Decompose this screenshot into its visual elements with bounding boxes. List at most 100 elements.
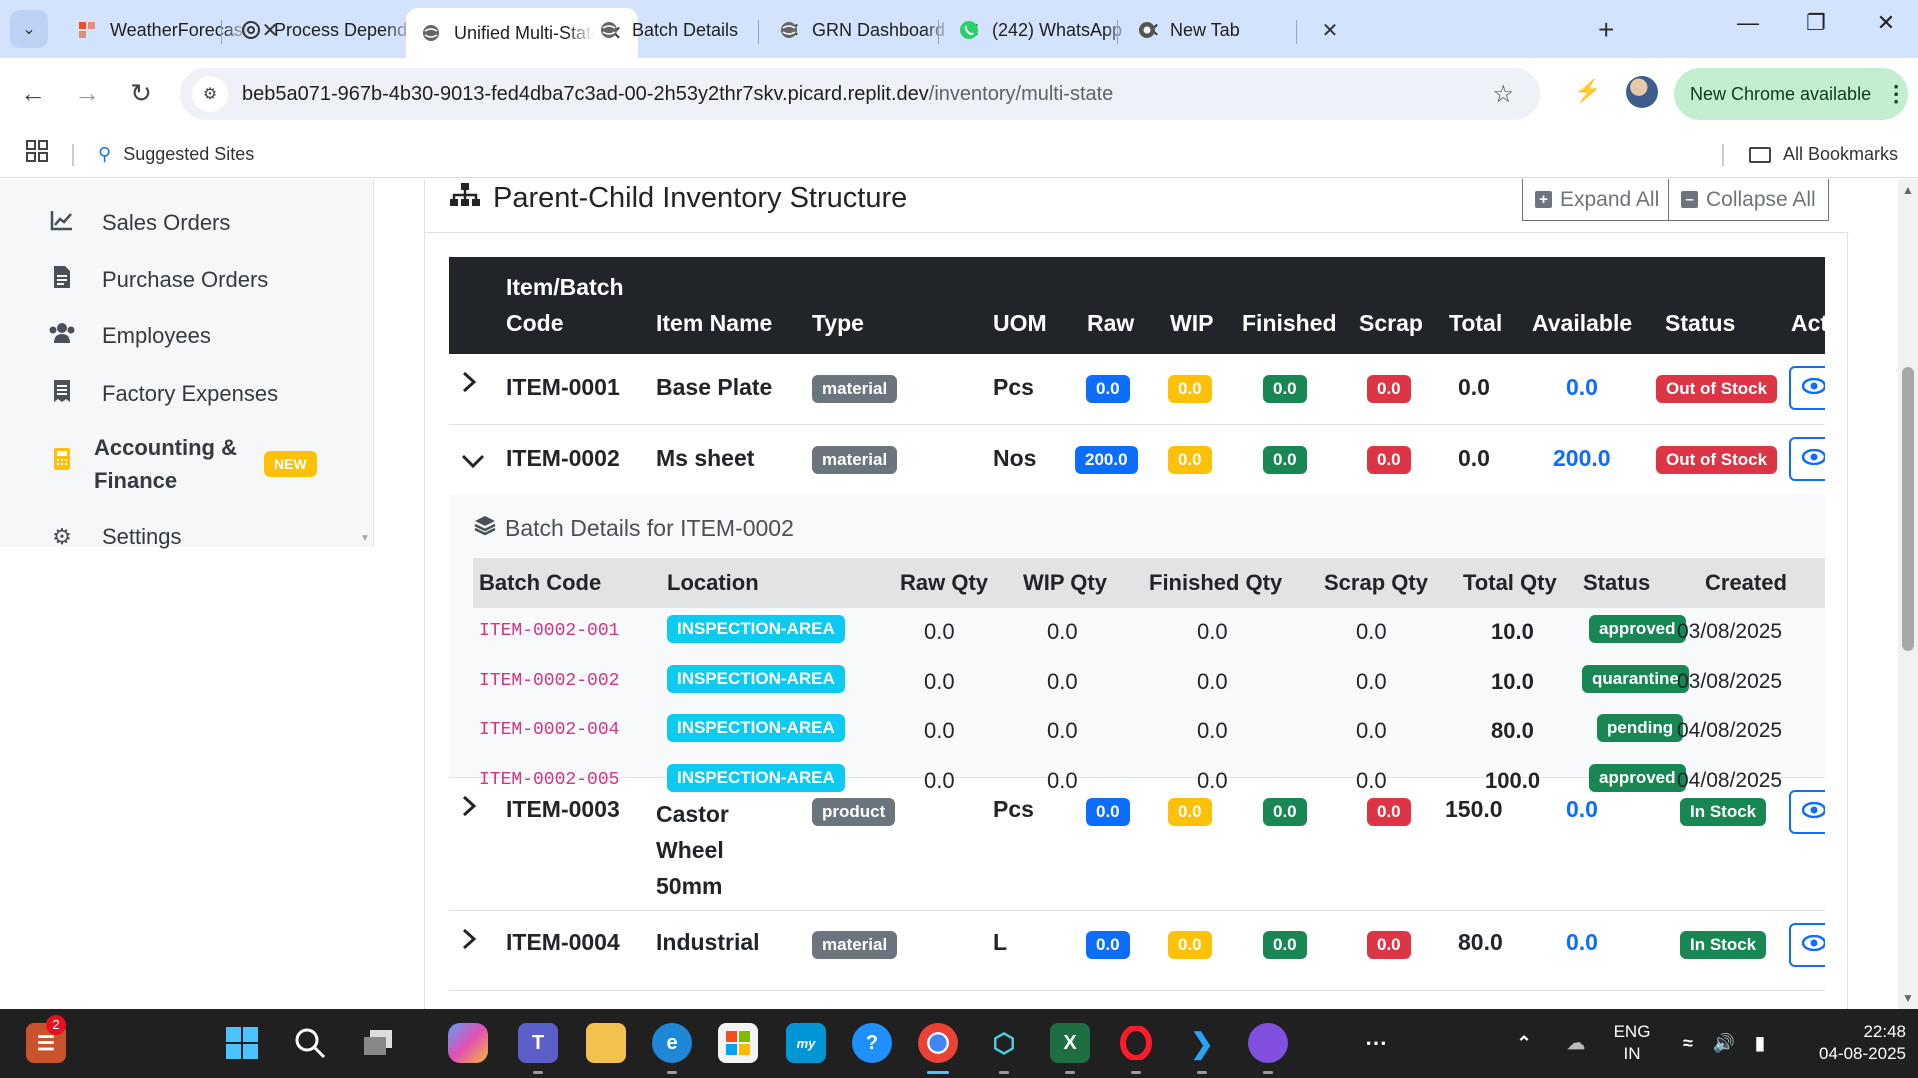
expand-all-button[interactable]: + Expand All: [1522, 179, 1673, 221]
scrollbar-thumb[interactable]: [1902, 367, 1914, 651]
collapse-all-button[interactable]: – Collapse All: [1668, 179, 1829, 221]
restore-icon[interactable]: ❐: [1796, 10, 1836, 36]
globe-favicon-icon: [420, 22, 442, 44]
scroll-up-icon[interactable]: ▲: [1902, 183, 1914, 197]
chevron-right-icon[interactable]: [461, 370, 477, 401]
bookmark-star-icon[interactable]: ☆: [1492, 80, 1514, 109]
browser-toolbar: ← → ↻ ⚙ beb5a071-967b-4b30-9013-fed4dba7…: [0, 58, 1918, 132]
view-button[interactable]: [1789, 923, 1825, 967]
more-menu-icon[interactable]: ⋮: [1885, 81, 1907, 107]
search-icon[interactable]: [290, 1023, 330, 1063]
back-arrow-icon[interactable]: ←: [16, 78, 50, 109]
folder-icon: [1748, 146, 1771, 163]
batch-row[interactable]: ITEM-0002-004 INSPECTION-AREA 0.0 0.0 0.…: [473, 710, 1825, 750]
chevron-right-icon[interactable]: [461, 927, 477, 958]
more-apps-icon[interactable]: ⋯: [1356, 1023, 1396, 1063]
clock[interactable]: 22:48 04-08-2025: [1790, 1021, 1906, 1065]
eye-icon: [1801, 448, 1825, 470]
batch-col-finished: Finished Qty: [1149, 570, 1283, 595]
batch-status-badge: pending: [1597, 714, 1684, 742]
volume-icon[interactable]: 🔊: [1704, 1023, 1744, 1063]
tab-search-button[interactable]: ⌄: [10, 10, 48, 48]
chrome-favicon-icon: [1136, 19, 1158, 41]
apps-grid-icon[interactable]: [26, 140, 48, 169]
sidebar-item-settings[interactable]: ⚙ Settings: [48, 524, 181, 550]
table-row[interactable]: ITEM-0003 Castor Wheel 50mm product Pcs 0.…: [449, 778, 1825, 911]
clock-date: 04-08-2025: [1819, 1044, 1906, 1063]
sidebar-item-factory-expenses[interactable]: Factory Expenses: [48, 379, 278, 409]
myhp-icon[interactable]: my: [786, 1023, 826, 1063]
task-view-icon[interactable]: [358, 1023, 398, 1063]
tab-divider: [1117, 20, 1118, 44]
running-indicator: [1131, 1071, 1141, 1074]
performance-icon[interactable]: ⚡: [1574, 78, 1601, 104]
excel-icon[interactable]: X: [1050, 1023, 1090, 1063]
view-button[interactable]: [1789, 366, 1825, 410]
forward-arrow-icon[interactable]: →: [70, 78, 104, 109]
bookmark-suggested-sites[interactable]: ⚲ Suggested Sites: [98, 144, 254, 165]
item-name: Base Plate: [656, 374, 773, 400]
table-row[interactable]: ITEM-0001 Base Plate material Pcs 0.0 0.…: [449, 354, 1825, 425]
table-row[interactable]: ITEM-0004 Industrial material L 0.0 0.0 …: [449, 911, 1825, 991]
edge-icon[interactable]: e: [652, 1023, 692, 1063]
language-indicator[interactable]: ENG IN: [1604, 1021, 1660, 1065]
get-help-icon[interactable]: ?: [852, 1023, 892, 1063]
scroll-down-icon[interactable]: ▼: [1902, 991, 1914, 1005]
file-explorer-icon[interactable]: [586, 1023, 626, 1063]
cursor-editor-icon[interactable]: ⬡: [984, 1023, 1024, 1063]
card-header: Parent-Child Inventory Structure + Expan…: [425, 179, 1849, 233]
onedrive-icon[interactable]: ☁: [1556, 1023, 1596, 1063]
sidebar-item-accounting-finance[interactable]: Accounting & Finance: [48, 431, 237, 497]
teams-icon[interactable]: T: [518, 1023, 558, 1063]
show-hidden-icons-chevron-icon[interactable]: ⌃: [1504, 1023, 1544, 1063]
globe-favicon-icon: [778, 19, 800, 41]
batch-finished-qty: 0.0: [1197, 669, 1228, 694]
microsoft-store-icon[interactable]: [718, 1023, 758, 1063]
batch-code-link[interactable]: ITEM-0002-001: [479, 621, 619, 641]
batch-row[interactable]: ITEM-0002-001 INSPECTION-AREA 0.0 0.0 0.…: [473, 611, 1825, 651]
all-bookmarks-button[interactable]: All Bookmarks: [1748, 144, 1898, 165]
battery-icon[interactable]: ▮: [1740, 1023, 1780, 1063]
new-tab-plus-icon[interactable]: +: [1598, 14, 1614, 46]
reload-icon[interactable]: ↻: [124, 78, 158, 109]
view-button[interactable]: [1789, 437, 1825, 481]
close-tab-icon[interactable]: ✕: [1318, 18, 1342, 43]
windows-start-icon[interactable]: [222, 1023, 262, 1063]
github-desktop-icon[interactable]: [1248, 1023, 1288, 1063]
finished-badge: 0.0: [1263, 446, 1307, 474]
sidebar-scroll-down-icon[interactable]: ▼: [360, 533, 370, 544]
eye-icon: [1801, 377, 1825, 399]
page-scrollbar[interactable]: ▲ ▼: [1898, 179, 1918, 1009]
chrome-update-button[interactable]: New Chrome available ⋮: [1674, 68, 1908, 120]
address-bar[interactable]: ⚙ beb5a071-967b-4b30-9013-fed4dba7c3ad-0…: [180, 68, 1540, 120]
chevron-down-icon[interactable]: [461, 445, 485, 476]
tab-divider: [1296, 20, 1297, 44]
view-button[interactable]: [1789, 790, 1825, 834]
chevron-right-icon[interactable]: [461, 794, 477, 825]
copilot-icon[interactable]: [448, 1023, 488, 1063]
sidebar-item-employees[interactable]: Employees: [48, 322, 211, 350]
chrome-icon[interactable]: [918, 1023, 958, 1063]
batch-row[interactable]: ITEM-0002-002 INSPECTION-AREA 0.0 0.0 0.…: [473, 661, 1825, 701]
col-header-raw: Raw: [1087, 310, 1135, 336]
clock-time: 22:48: [1863, 1022, 1906, 1041]
item-name: Castor Wheel 50mm: [656, 796, 729, 904]
site-info-icon[interactable]: ⚙: [192, 76, 228, 112]
finished-badge: 0.0: [1263, 798, 1307, 826]
close-window-icon[interactable]: ✕: [1866, 10, 1906, 36]
profile-avatar[interactable]: [1626, 76, 1658, 108]
wifi-icon[interactable]: ≈: [1668, 1023, 1708, 1063]
minimize-icon[interactable]: —: [1728, 10, 1768, 36]
sidebar-item-purchase-orders[interactable]: Purchase Orders: [48, 265, 268, 295]
table-row[interactable]: ITEM-0002 Ms sheet material Nos 200.0 0.…: [449, 425, 1825, 495]
sidebar-item-sales-orders[interactable]: Sales Orders: [48, 209, 230, 237]
status-badge: In Stock: [1680, 798, 1767, 826]
eye-icon: [1801, 934, 1825, 956]
windows-taskbar: ☰ 2 T e my ? ⬡ X ❯ ⋯ ⌃ ☁ ENG IN ≈ 🔊 ▮ 22:…: [0, 1009, 1918, 1078]
item-name-line1: Castor: [656, 801, 729, 827]
batch-code-link[interactable]: ITEM-0002-004: [479, 720, 619, 740]
tab-new-tab[interactable]: New Tab ✕: [1122, 10, 1354, 50]
vscode-icon[interactable]: ❯: [1182, 1023, 1222, 1063]
batch-code-link[interactable]: ITEM-0002-002: [479, 671, 619, 691]
opera-icon[interactable]: [1116, 1023, 1156, 1063]
